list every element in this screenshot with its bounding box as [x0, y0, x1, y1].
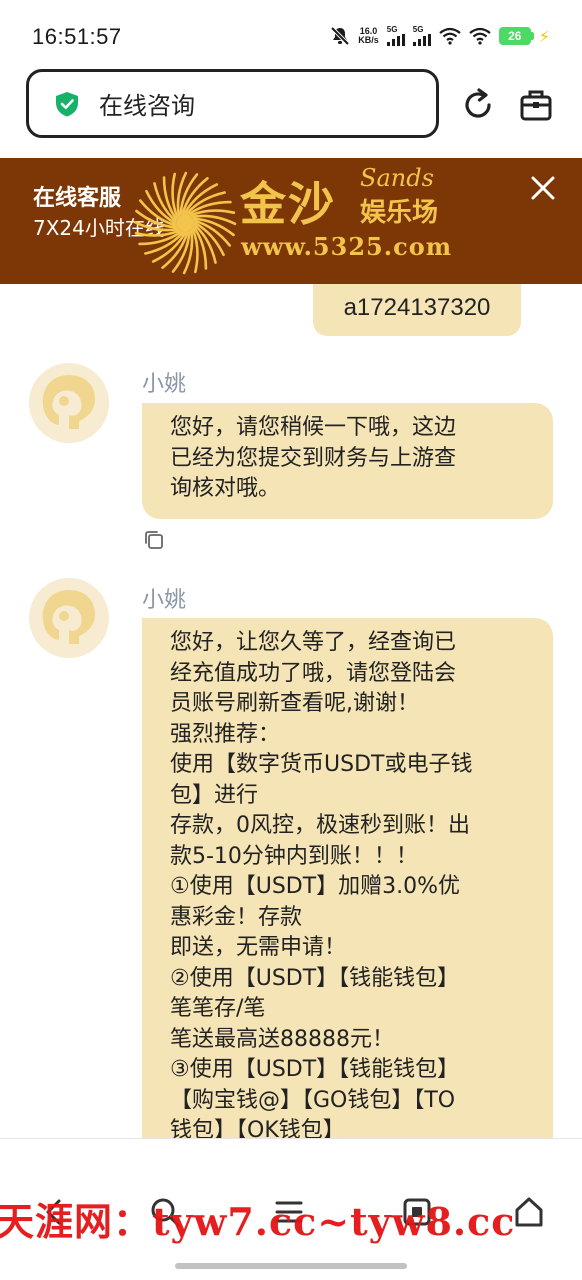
brand-subtitle: 娱乐场: [360, 198, 439, 228]
home-indicator[interactable]: [175, 1263, 407, 1269]
watermark: 天涯网：tyw7.cc~tyw8.cc: [0, 1199, 516, 1244]
shield-check-icon: [56, 91, 78, 116]
sender-name: 小姚: [142, 588, 187, 613]
battery-icon: 26: [498, 27, 534, 45]
wifi-icon: [439, 27, 461, 45]
service-banner: 在线客服 7X24小时在线 金沙 Sands 娱乐场 www.5325.com: [0, 158, 582, 284]
sun-logo-icon: [133, 171, 237, 275]
page-title: 在线咨询: [99, 92, 195, 120]
charging-icon: ⚡: [538, 26, 550, 46]
mute-icon: [330, 26, 350, 46]
signal-icon: 5G: [386, 25, 405, 46]
elephant-icon: [29, 578, 109, 658]
avatar[interactable]: [29, 363, 109, 443]
brand-name: 金沙: [240, 177, 336, 231]
sim2-label: 5G: [412, 25, 424, 34]
banner-title: 在线客服: [33, 186, 122, 211]
status-time: 16:51:57: [32, 24, 122, 49]
brand-url: www.5325.com: [241, 232, 453, 261]
status-icons: 16.0 KB/s 5G 5G 26 ⚡: [330, 26, 550, 46]
bottom-nav: 天涯网：tyw7.cc~tyw8.cc: [0, 1138, 582, 1280]
user-message-bubble: a1724137320: [313, 284, 521, 336]
screen: 16:51:57 16.0 KB/s 5G 5G 26 ⚡ 在线咨询 在线客服 …: [0, 0, 582, 1280]
copy-icon[interactable]: [142, 528, 166, 552]
net-speed: 16.0 KB/s: [358, 27, 379, 45]
brand-english: Sands: [360, 164, 434, 192]
avatar[interactable]: [29, 578, 109, 658]
close-icon[interactable]: [530, 175, 556, 201]
url-bar[interactable]: 在线咨询: [26, 69, 439, 138]
reload-icon[interactable]: [458, 85, 498, 125]
wifi-icon: [469, 27, 491, 45]
status-bar: 16:51:57 16.0 KB/s 5G 5G 26 ⚡: [0, 0, 582, 70]
sender-name: 小姚: [142, 372, 187, 397]
home-icon[interactable]: [512, 1195, 546, 1229]
sim1-label: 5G: [386, 25, 398, 34]
tabs-icon[interactable]: [516, 85, 556, 125]
net-speed-unit: KB/s: [358, 35, 379, 45]
agent-message-bubble: 您好，请您稍候一下哦，这边 已经为您提交到财务与上游查 询核对哦。: [142, 403, 553, 519]
signal-icon: 5G: [412, 25, 431, 46]
elephant-icon: [29, 363, 109, 443]
agent-message-bubble: 您好，让您久等了，经查询已 经充值成功了哦，请您登陆会 员账号刷新查看呢,谢谢！…: [142, 618, 553, 1138]
chat-area[interactable]: a1724137320 小姚 您好，请您稍候一下哦，这边 已经为您提交到财务与上…: [0, 284, 582, 1138]
